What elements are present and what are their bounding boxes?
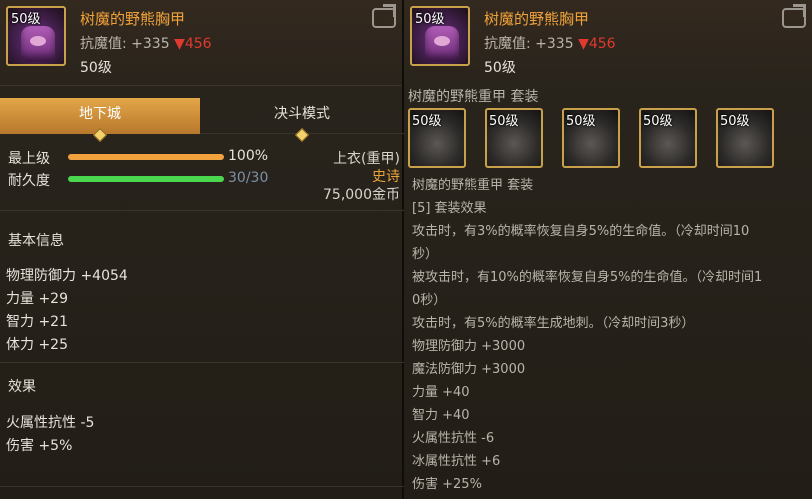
set-piece-icon[interactable]: 50级 xyxy=(639,108,697,168)
set-piece-icon[interactable]: 50级 xyxy=(716,108,774,168)
set-line: 0秒） xyxy=(412,293,447,308)
set-piece-level: 50级 xyxy=(643,114,673,129)
required-level: 50级 xyxy=(80,60,112,76)
stat-line: 体力 +25 xyxy=(6,337,68,353)
divider xyxy=(0,210,404,211)
set-piece-icon[interactable]: 50级 xyxy=(408,108,466,168)
durability-bar-fill xyxy=(68,176,224,182)
set-line: 力量 +40 xyxy=(412,385,470,400)
tab-dungeon[interactable]: 地下城 xyxy=(0,98,200,143)
item-name: 树魔的野熊胸甲 xyxy=(80,10,186,28)
basic-info-title: 基本信息 xyxy=(8,233,64,249)
grade-value: 100% xyxy=(228,148,269,164)
tab-duel-label: 决斗模式 xyxy=(274,106,330,122)
required-level: 50级 xyxy=(484,60,516,76)
durability-value: 30/30 xyxy=(228,170,269,186)
right-item-panel: 50级 树魔的野熊胸甲 抗魔值: +335 ▼456 50级 树魔的野熊重甲 套… xyxy=(404,0,812,499)
mode-tabs: 地下城 决斗模式 xyxy=(0,98,404,143)
set-line: 火属性抗性 -6 xyxy=(412,431,495,446)
magic-resistance-value: 抗魔值: +335 xyxy=(80,36,170,52)
durability-label: 耐久度 xyxy=(8,173,50,189)
set-line: 攻击时，有3%的概率恢复自身5%的生命值。（冷却时间10 xyxy=(412,224,750,239)
share-icon[interactable] xyxy=(782,8,806,28)
left-item-panel: 50级 树魔的野熊胸甲 抗魔值: +335 ▼456 50级 地下城 决斗模式 … xyxy=(0,0,404,499)
effect-line: 火属性抗性 -5 xyxy=(6,415,95,431)
set-line: 攻击时，有5%的概率生成地刺。（冷却时间3秒） xyxy=(412,316,695,331)
stat-line: 力量 +29 xyxy=(6,291,68,307)
set-piece-level: 50级 xyxy=(720,114,750,129)
tab-dungeon-label: 地下城 xyxy=(79,106,121,122)
stat-line: 物理防御力 +4054 xyxy=(6,268,128,284)
equipment-slot: 上衣(重甲) xyxy=(333,151,400,167)
magic-resistance-value: 抗魔值: +335 xyxy=(484,36,574,52)
set-piece-icon[interactable]: 50级 xyxy=(562,108,620,168)
tab-duel[interactable]: 决斗模式 xyxy=(200,98,404,143)
set-piece-icon[interactable]: 50级 xyxy=(485,108,543,168)
rarity-label: 史诗 xyxy=(372,169,400,185)
item-icon[interactable]: 50级 xyxy=(410,6,470,66)
set-line: 冰属性抗性 +6 xyxy=(412,454,501,469)
magic-resistance-drop: ▼456 xyxy=(174,36,212,52)
effects-title: 效果 xyxy=(8,379,36,395)
effect-line: 伤害 +5% xyxy=(6,438,73,454)
grade-bar-fill xyxy=(68,154,224,160)
item-level-badge: 50级 xyxy=(11,12,41,27)
set-line: 被攻击时，有10%的概率恢复自身5%的生命值。（冷却时间1 xyxy=(412,270,763,285)
set-line: 智力 +40 xyxy=(412,408,470,423)
set-line: 树魔的野熊重甲 套装 xyxy=(412,178,534,193)
set-line: 魔法防御力 +3000 xyxy=(412,362,526,377)
set-piece-level: 50级 xyxy=(489,114,519,129)
sell-price: 75,000金币 xyxy=(323,187,400,203)
grade-label: 最上级 xyxy=(8,151,50,167)
set-line: [5] 套装效果 xyxy=(412,201,487,216)
set-title: 树魔的野熊重甲 套装 xyxy=(408,89,539,105)
diamond-icon xyxy=(92,127,108,143)
magic-resistance: 抗魔值: +335 ▼456 xyxy=(80,33,212,53)
set-piece-level: 50级 xyxy=(566,114,596,129)
diamond-icon xyxy=(294,127,310,143)
item-level-badge: 50级 xyxy=(415,12,445,27)
share-icon[interactable] xyxy=(372,8,396,28)
magic-resistance: 抗魔值: +335 ▼456 xyxy=(484,33,616,53)
bear-face-icon xyxy=(30,36,46,46)
item-header: 50级 树魔的野熊胸甲 抗魔值: +335 ▼456 50级 xyxy=(404,0,812,78)
magic-resistance-drop: ▼456 xyxy=(578,36,616,52)
set-piece-level: 50级 xyxy=(412,114,442,129)
stat-line: 智力 +21 xyxy=(6,314,68,330)
set-line: 物理防御力 +3000 xyxy=(412,339,526,354)
bear-face-icon xyxy=(434,36,450,46)
set-items: 50级 50级 50级 50级 50级 xyxy=(408,108,808,170)
grade-bar xyxy=(68,154,224,160)
divider xyxy=(0,362,404,363)
divider xyxy=(0,486,404,487)
set-line: 伤害 +25% xyxy=(412,477,482,492)
item-icon[interactable]: 50级 xyxy=(6,6,66,66)
durability-bar xyxy=(68,176,224,182)
item-header: 50级 树魔的野熊胸甲 抗魔值: +335 ▼456 50级 xyxy=(0,0,402,86)
set-line: 秒） xyxy=(412,247,439,262)
item-name: 树魔的野熊胸甲 xyxy=(484,10,590,28)
